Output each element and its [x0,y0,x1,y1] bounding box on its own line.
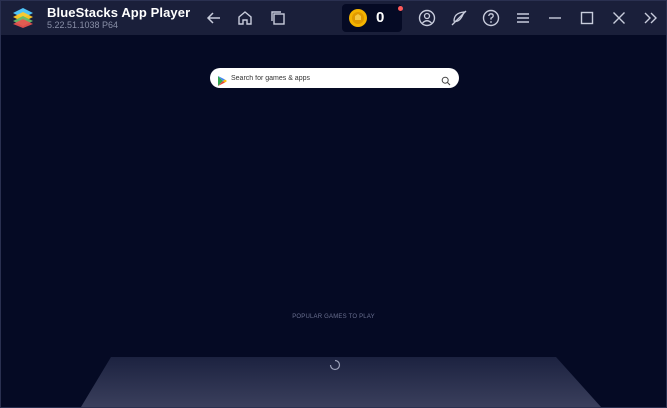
loading-spinner-icon [329,358,341,371]
bluestacks-window: BlueStacks App Player 5.22.51.1038 P64 0 [0,0,667,408]
minimize-icon[interactable] [545,8,565,28]
back-arrow-icon[interactable] [204,8,224,28]
eco-mode-icon[interactable] [449,8,469,28]
bluestacks-logo-icon [11,7,35,29]
search-bar[interactable] [210,68,459,88]
google-play-icon [218,73,227,86]
app-version: 5.22.51.1038 P64 [47,20,119,30]
account-icon[interactable] [417,8,437,28]
app-title: BlueStacks App Player [47,5,191,20]
popular-games-heading: POPULAR GAMES TO PLAY [292,314,375,320]
coin-count: 0 [376,9,385,26]
notification-dot [398,6,403,11]
multi-instance-icon[interactable] [268,8,288,28]
maximize-icon[interactable] [577,8,597,28]
search-icon[interactable] [441,73,451,86]
search-input[interactable] [231,71,436,85]
close-icon[interactable] [609,8,629,28]
coin-balance-button[interactable]: 0 [342,4,403,32]
help-icon[interactable] [481,8,501,28]
title-bar[interactable]: BlueStacks App Player 5.22.51.1038 P64 0 [1,1,666,35]
home-icon[interactable] [235,8,255,28]
app-content: POPULAR GAMES TO PLAY [1,35,666,407]
menu-icon[interactable] [513,8,533,28]
coin-icon [348,8,368,28]
sidebar-toggle-icon[interactable] [641,8,661,28]
